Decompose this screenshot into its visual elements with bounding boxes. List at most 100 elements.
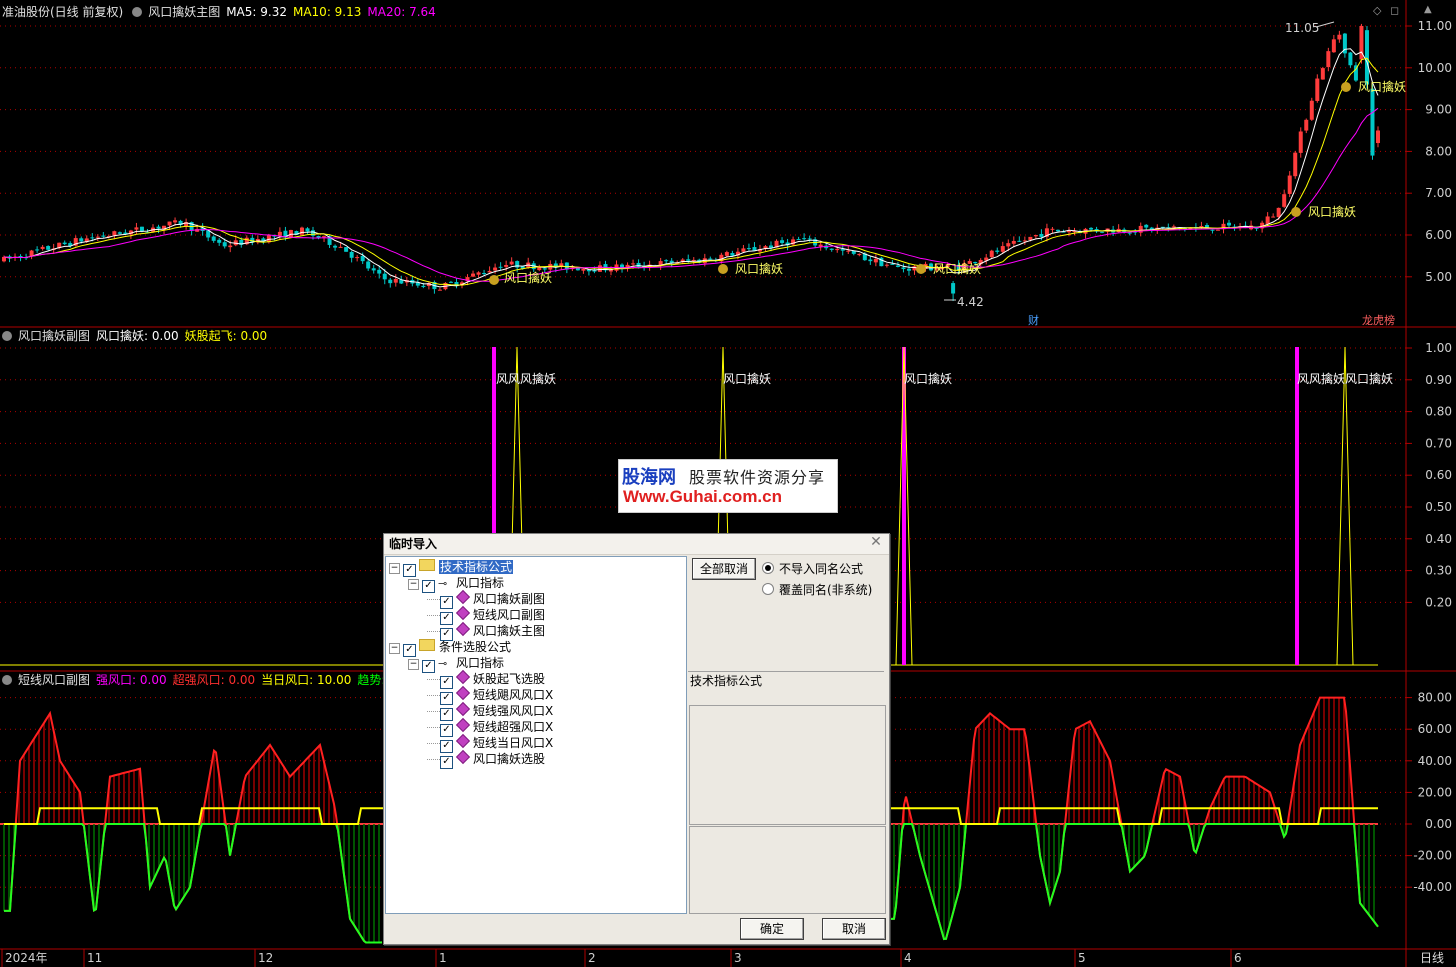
indicator-settings-icon[interactable] bbox=[132, 7, 143, 17]
candle-body bbox=[1348, 52, 1353, 66]
tree-item[interactable]: ✓ 短线飓风风口X bbox=[427, 685, 553, 705]
collapse-icon[interactable]: − bbox=[408, 579, 419, 590]
candle-body bbox=[752, 247, 757, 251]
folder-icon bbox=[419, 559, 435, 571]
candle-body bbox=[117, 232, 122, 234]
radio-checked-icon[interactable] bbox=[762, 562, 774, 574]
badge-cai: 财 bbox=[1028, 313, 1039, 327]
main-indicator-name[interactable]: 风口擒妖主图 bbox=[148, 5, 220, 19]
tree-item[interactable]: ✓ 短线风口副图 bbox=[427, 605, 546, 625]
deselect-all-button[interactable]: 全部取消 bbox=[692, 558, 756, 580]
sub2-tick-label: 60.00 bbox=[1418, 722, 1452, 736]
ma5-line bbox=[3, 48, 1379, 288]
candle-body bbox=[868, 259, 873, 262]
sub2-title[interactable]: 短线风口副图 bbox=[18, 673, 90, 687]
candle-body bbox=[1271, 216, 1276, 218]
tree-item[interactable]: ✓ 风口擒妖选股 bbox=[427, 749, 545, 769]
candle-body bbox=[448, 281, 453, 283]
candle-body bbox=[1144, 224, 1149, 228]
time-tick-label: 1 bbox=[439, 951, 447, 965]
watermark: 股海网 股票软件资源分享 Www.Guhai.com.cn bbox=[618, 459, 838, 513]
sub1-signal-label: 风风风擒妖 bbox=[496, 371, 556, 386]
period-label[interactable]: 日线 bbox=[1420, 949, 1444, 966]
price-tick-label: 9.00 bbox=[1425, 103, 1452, 117]
tree-folder[interactable]: − ✓ 技术指标公式 bbox=[389, 559, 514, 577]
candle-body bbox=[581, 268, 586, 271]
tree-item[interactable]: ✓ 风口擒妖副图 bbox=[427, 589, 545, 609]
candle-body bbox=[40, 246, 45, 249]
candle-body bbox=[360, 255, 365, 262]
formula-icon bbox=[455, 701, 471, 717]
collapse-icon[interactable]: − bbox=[389, 643, 400, 654]
sub2-tick-label: -40.00 bbox=[1413, 880, 1452, 894]
candle-body bbox=[746, 248, 751, 250]
candle-body bbox=[597, 265, 602, 272]
close-icon[interactable]: ✕ bbox=[869, 535, 883, 549]
signal-label-overlap: 风口擒妖 bbox=[504, 270, 552, 285]
candle-body bbox=[592, 270, 597, 272]
candle-body bbox=[211, 236, 216, 241]
candle-body bbox=[1210, 229, 1215, 231]
candle-body bbox=[724, 252, 729, 256]
candle-body bbox=[437, 289, 442, 291]
time-tick-label: 2024年 bbox=[5, 951, 48, 965]
candle-body bbox=[906, 268, 911, 271]
moneybag-icon bbox=[1291, 207, 1301, 217]
candle-body bbox=[393, 278, 398, 283]
sub1-tick-label: 0.40 bbox=[1425, 532, 1452, 546]
tree-item[interactable]: ✓ 妖股起飞选股 bbox=[427, 669, 545, 689]
sub1-title[interactable]: 风口擒妖副图 bbox=[18, 329, 90, 343]
candle-body bbox=[1309, 100, 1314, 120]
candle-body bbox=[1022, 240, 1027, 242]
diamond-icon[interactable]: ◇ bbox=[1373, 4, 1381, 17]
tree-item[interactable]: ✓ 风口擒妖主图 bbox=[427, 621, 545, 641]
candle-body bbox=[895, 265, 900, 267]
candle-body bbox=[134, 227, 139, 230]
candle-body bbox=[995, 250, 1000, 252]
sub2-value-1: 强风口: 0.00 bbox=[96, 673, 167, 687]
sub1-tick-label: 0.80 bbox=[1425, 405, 1452, 419]
sub1-settings-icon[interactable] bbox=[2, 331, 12, 341]
ma10-value: MA10: 9.13 bbox=[292, 5, 362, 19]
candle-body bbox=[664, 260, 669, 262]
ok-button[interactable]: 确定 bbox=[740, 918, 804, 940]
candle-body bbox=[493, 267, 498, 271]
tree-item[interactable]: ✓ 短线当日风口X bbox=[427, 733, 553, 753]
candle-body bbox=[498, 266, 503, 268]
sub2-tick-label: -20.00 bbox=[1413, 849, 1452, 863]
candle-body bbox=[1017, 240, 1022, 242]
candle-body bbox=[101, 235, 106, 237]
tree-item[interactable]: ✓ 短线强风风口X bbox=[427, 701, 553, 721]
tree-group[interactable]: − ✓ ⊸ 风口指标 bbox=[408, 575, 504, 593]
sub2-tick-label: 20.00 bbox=[1418, 785, 1452, 799]
collapse-icon[interactable]: − bbox=[389, 563, 400, 574]
candle-body bbox=[1055, 229, 1060, 232]
tree-folder[interactable]: − ✓ 条件选股公式 bbox=[389, 639, 511, 657]
tree-line bbox=[427, 599, 440, 600]
collapse-icon[interactable]: − bbox=[408, 659, 419, 670]
formula-icon bbox=[455, 605, 471, 621]
candle-body bbox=[349, 251, 354, 258]
radio-overwrite[interactable]: 覆盖同名(非系统) bbox=[762, 581, 872, 598]
candle-body bbox=[1376, 130, 1380, 144]
candle-body bbox=[1364, 30, 1369, 85]
scroll-up-icon[interactable]: ▲ bbox=[1424, 4, 1432, 15]
stock-name[interactable]: 准油股份(日线 前复权) bbox=[2, 5, 123, 19]
tree-line bbox=[427, 679, 440, 680]
cancel-button[interactable]: 取消 bbox=[822, 918, 886, 940]
restore-icon[interactable]: ◻ bbox=[1390, 4, 1399, 17]
watermark-url: Www.Guhai.com.cn bbox=[623, 487, 782, 506]
candle-body bbox=[1293, 152, 1298, 177]
sub2-settings-icon[interactable] bbox=[2, 675, 12, 685]
folder-icon bbox=[419, 639, 435, 651]
radio-unchecked-icon[interactable] bbox=[762, 583, 774, 595]
tree-item[interactable]: ✓ 短线超强风口X bbox=[427, 717, 553, 737]
radio-no-import[interactable]: 不导入同名公式 bbox=[762, 560, 863, 577]
time-tick-label: 12 bbox=[258, 951, 273, 965]
time-tick-label: 4 bbox=[904, 951, 912, 965]
candle-body bbox=[421, 285, 426, 287]
formula-tree[interactable]: − ✓ 技术指标公式 − ✓ ⊸ 风口指标 ✓ 风口擒妖副图 ✓ 短线风口副图 ✓ 风口擒妖主图 − ✓ 条件… bbox=[385, 556, 687, 914]
checkbox-checked[interactable]: ✓ bbox=[440, 756, 453, 769]
tree-label: 短线风口副图 bbox=[473, 608, 546, 622]
tree-group[interactable]: − ✓ ⊸ 风口指标 bbox=[408, 655, 504, 673]
